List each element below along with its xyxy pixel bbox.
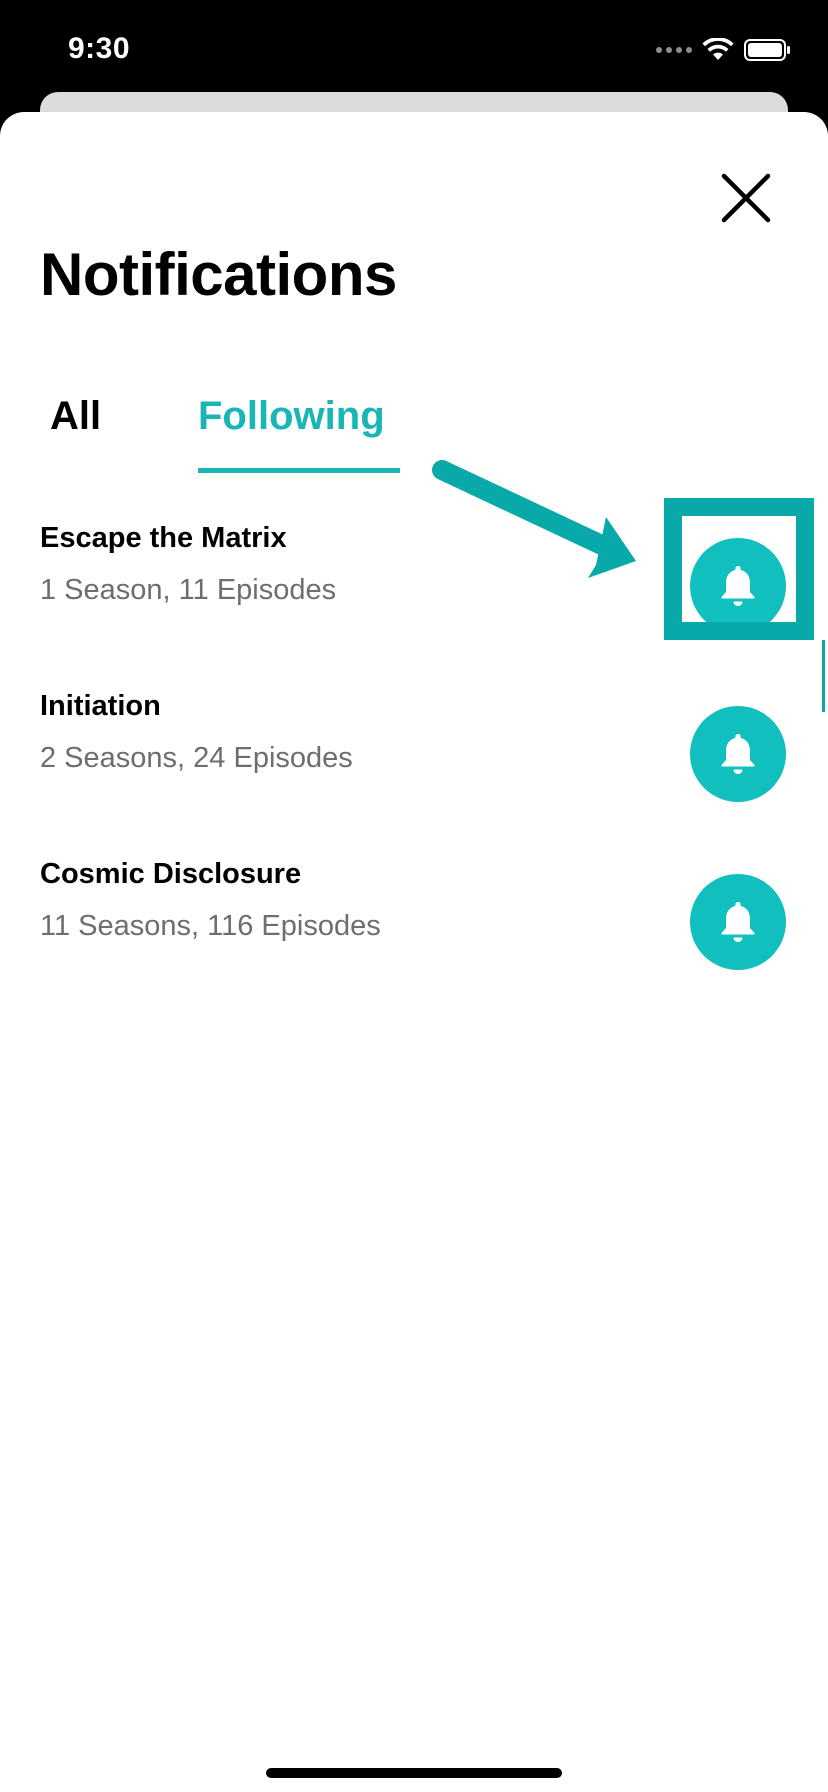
status-icons [656, 38, 792, 62]
notifications-sheet: Notifications All Following Escape the M… [0, 112, 828, 1792]
active-tab-indicator [198, 468, 400, 473]
show-title: Initiation [40, 690, 161, 722]
show-title: Cosmic Disclosure [40, 858, 302, 890]
tab-all[interactable]: All [50, 394, 101, 439]
status-bar: 9:30 [0, 0, 828, 100]
list-item: Escape the Matrix 1 Season, 11 Episodes [0, 492, 828, 642]
show-subtitle: 11 Seasons, 116 Episodes [40, 910, 381, 942]
tab-following[interactable]: Following [198, 394, 385, 439]
tab-bar: All Following [40, 394, 480, 484]
follow-bell-button[interactable] [690, 706, 786, 802]
show-title: Escape the Matrix [40, 522, 287, 554]
show-subtitle: 2 Seasons, 24 Episodes [40, 742, 353, 774]
follow-bell-button[interactable] [690, 538, 786, 634]
list-item: Cosmic Disclosure 11 Seasons, 116 Episod… [0, 828, 828, 978]
show-subtitle: 1 Season, 11 Episodes [40, 574, 337, 606]
battery-icon [744, 39, 790, 61]
bell-icon [721, 566, 755, 606]
bell-icon [721, 734, 755, 774]
list-item: Initiation 2 Seasons, 24 Episodes [0, 660, 828, 810]
signal-icon [656, 47, 692, 53]
close-icon [721, 173, 771, 223]
bell-icon [721, 902, 755, 942]
close-button[interactable] [716, 168, 776, 228]
status-time: 9:30 [68, 32, 131, 65]
annotation-highlight-edge [822, 640, 825, 712]
follow-bell-button[interactable] [690, 874, 786, 970]
wifi-icon [702, 38, 734, 60]
page-title: Notifications [40, 241, 397, 308]
home-indicator [266, 1768, 562, 1778]
